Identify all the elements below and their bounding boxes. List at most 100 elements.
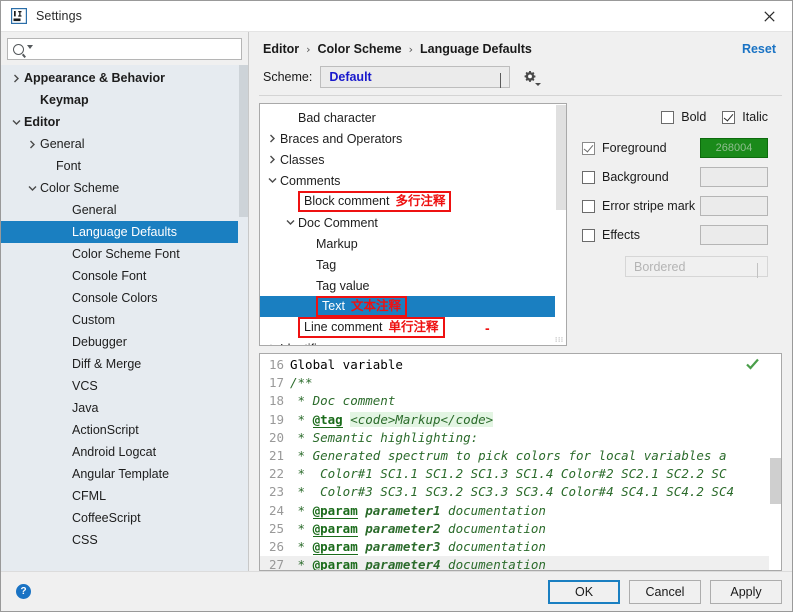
- sidebar-item-debugger[interactable]: Debugger: [1, 331, 248, 353]
- color-tree-scrollbar[interactable]: [555, 104, 566, 345]
- chevron-down-icon[interactable]: [25, 184, 39, 193]
- color-swatch[interactable]: [700, 225, 768, 245]
- code-segment: * Doc comment: [290, 393, 395, 408]
- color-swatch[interactable]: [700, 196, 768, 216]
- code-text: * Color#3 SC3.1 SC3.2 SC3.3 SC3.4 Color#…: [290, 483, 734, 501]
- gear-icon[interactable]: [523, 67, 543, 87]
- effect-type-dropdown[interactable]: Bordered: [625, 256, 768, 277]
- italic-checkbox[interactable]: [722, 111, 735, 124]
- color-settings-tree: Bad character Braces and OperatorsClasses…: [260, 104, 566, 346]
- sidebar-item-diff-merge[interactable]: Diff & Merge: [1, 353, 248, 375]
- color-tree-item-braces-and-operators[interactable]: Braces and Operators: [260, 128, 566, 149]
- search-box[interactable]: [7, 38, 242, 60]
- sidebar-item-cfml[interactable]: CFML: [1, 485, 248, 507]
- chevron-down-icon[interactable]: [282, 218, 298, 227]
- chevron-down-icon[interactable]: [264, 176, 280, 185]
- sidebar-tree: Appearance & BehaviorKeymapEditorGeneral…: [1, 65, 248, 551]
- sidebar-item-editor[interactable]: Editor: [1, 111, 248, 133]
- annotation-text: 文本注释: [351, 298, 401, 314]
- code-segment: @param: [313, 503, 358, 519]
- sidebar-item-color-scheme-font[interactable]: Color Scheme Font: [1, 243, 248, 265]
- color-tree-item-markup[interactable]: Markup: [260, 233, 566, 254]
- code-segment: documentation: [441, 539, 546, 554]
- breadcrumb-separator: ›: [409, 43, 413, 56]
- background-checkbox[interactable]: [582, 171, 595, 184]
- sidebar-item-appearance-behavior[interactable]: Appearance & Behavior: [1, 67, 248, 89]
- color-tree-item-tag-value[interactable]: Tag value: [260, 275, 566, 296]
- breadcrumb-item-0[interactable]: Editor: [263, 42, 299, 56]
- code-text: * Generated spectrum to pick colors for …: [290, 447, 727, 465]
- sidebar-scrollbar[interactable]: [238, 65, 248, 571]
- sidebar-item-css[interactable]: CSS: [1, 529, 248, 551]
- resize-grip-icon[interactable]: ⁞⁞⁞: [555, 336, 564, 344]
- apply-button[interactable]: Apply: [710, 580, 782, 604]
- preview-scrollbar[interactable]: [769, 354, 781, 570]
- color-tree-scrollbar-thumb[interactable]: [556, 105, 566, 210]
- breadcrumb-item-1[interactable]: Color Scheme: [318, 42, 402, 56]
- preview-scrollbar-thumb[interactable]: [770, 458, 781, 504]
- color-tree-item-bad-character[interactable]: Bad character: [260, 107, 566, 128]
- color-tree-item-tag[interactable]: Tag: [260, 254, 566, 275]
- sidebar-item-language-defaults[interactable]: Language Defaults: [1, 221, 248, 243]
- sidebar-item-android-logcat[interactable]: Android Logcat: [1, 441, 248, 463]
- sidebar-item-angular-template[interactable]: Angular Template: [1, 463, 248, 485]
- effects-checkbox[interactable]: [582, 229, 595, 242]
- chevron-right-icon[interactable]: [264, 134, 280, 143]
- chevron-right-icon[interactable]: [25, 140, 39, 149]
- sidebar-item-label: Debugger: [71, 335, 127, 349]
- sidebar-item-java[interactable]: Java: [1, 397, 248, 419]
- ok-button[interactable]: OK: [548, 580, 620, 604]
- sidebar-item-console-font[interactable]: Console Font: [1, 265, 248, 287]
- color-swatch[interactable]: 268004: [700, 138, 768, 158]
- sidebar-item-actionscript[interactable]: ActionScript: [1, 419, 248, 441]
- sidebar-item-font[interactable]: Font: [1, 155, 248, 177]
- code-segment: documentation: [441, 557, 546, 571]
- breadcrumb-item-2[interactable]: Language Defaults: [420, 42, 532, 56]
- color-tree-item-doc-comment[interactable]: Doc Comment: [260, 212, 566, 233]
- color-tree-item-line-comment[interactable]: Line comment单行注释-: [260, 317, 566, 338]
- line-number: 24: [260, 502, 290, 520]
- chevron-right-icon[interactable]: [264, 344, 280, 346]
- annotation-box: Line comment单行注释: [298, 317, 445, 338]
- color-tree-item-label: Text: [322, 298, 345, 314]
- sidebar-scrollbar-thumb[interactable]: [239, 65, 248, 217]
- code-segment: @param: [313, 521, 358, 537]
- sidebar-item-keymap[interactable]: Keymap: [1, 89, 248, 111]
- help-icon[interactable]: ?: [16, 584, 31, 599]
- color-tree-item-label: Bad character: [298, 111, 376, 125]
- sidebar-item-color-scheme[interactable]: Color Scheme: [1, 177, 248, 199]
- code-preview[interactable]: 16Global variable17/**18 * Doc comment19…: [259, 353, 782, 571]
- cancel-button[interactable]: Cancel: [629, 580, 701, 604]
- chevron-right-icon[interactable]: [264, 155, 280, 164]
- footer-buttons: OK Cancel Apply: [539, 580, 782, 604]
- close-icon[interactable]: [746, 1, 792, 31]
- sidebar-item-label: Custom: [71, 313, 115, 327]
- search-dropdown-icon[interactable]: [27, 45, 33, 49]
- color-tree-item-text[interactable]: Text 文本注释: [260, 296, 566, 317]
- foreground-checkbox[interactable]: [582, 142, 595, 155]
- chevron-right-icon[interactable]: [9, 74, 23, 83]
- color-tree-item-block-comment[interactable]: Block comment多行注释: [260, 191, 566, 212]
- chevron-down-icon[interactable]: [9, 118, 23, 127]
- sidebar-item-vcs[interactable]: VCS: [1, 375, 248, 397]
- code-line: 27 * @param parameter4 documentation: [260, 556, 781, 571]
- sidebar-item-console-colors[interactable]: Console Colors: [1, 287, 248, 309]
- code-segment: @tag: [313, 412, 343, 428]
- sidebar-item-general[interactable]: General: [1, 199, 248, 221]
- line-number: 22: [260, 465, 290, 483]
- sidebar-item-coffeescript[interactable]: CoffeeScript: [1, 507, 248, 529]
- color-tree-item-identifiers[interactable]: Identifiers: [260, 338, 566, 346]
- sidebar-item-general[interactable]: General: [1, 133, 248, 155]
- sidebar-item-custom[interactable]: Custom: [1, 309, 248, 331]
- breadcrumb: Editor › Color Scheme › Language Default…: [257, 32, 784, 60]
- scheme-selected-value: Default: [329, 70, 371, 84]
- color-swatch[interactable]: [700, 167, 768, 187]
- search-input[interactable]: [37, 41, 241, 57]
- color-tree-item-comments[interactable]: Comments: [260, 170, 566, 191]
- color-tree-item-classes[interactable]: Classes: [260, 149, 566, 170]
- scheme-dropdown[interactable]: Default: [320, 66, 510, 88]
- error-stripe-mark-checkbox[interactable]: [582, 200, 595, 213]
- reset-link[interactable]: Reset: [742, 42, 784, 56]
- code-segment: @param: [313, 557, 358, 571]
- bold-checkbox[interactable]: [661, 111, 674, 124]
